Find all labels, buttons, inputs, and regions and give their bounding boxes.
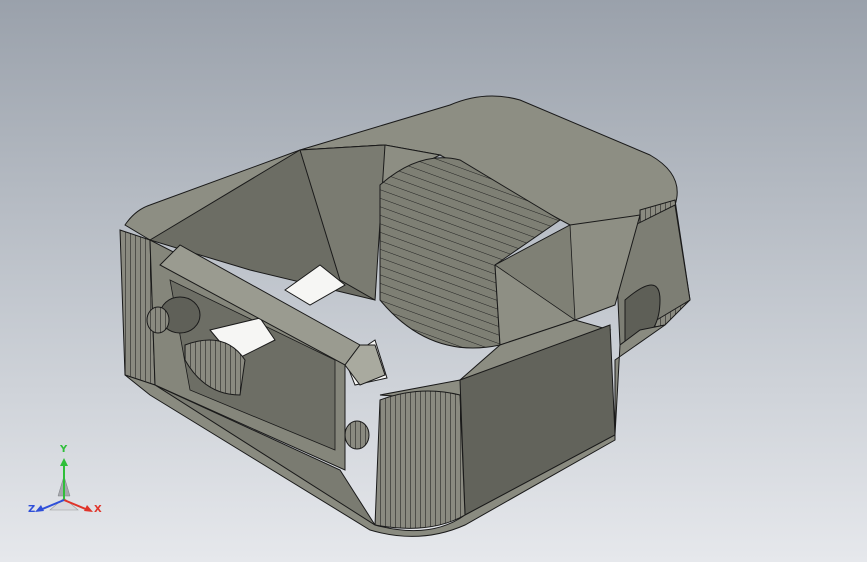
x-axis-label: X (94, 504, 102, 515)
axis-triad: Y X Z (22, 444, 112, 528)
axis-triad-graphic (35, 458, 93, 512)
y-axis-label: Y (60, 444, 68, 455)
graphics-viewport[interactable]: Y X Z (0, 0, 867, 562)
z-axis-label: Z (28, 504, 36, 515)
cad-part-model[interactable] (0, 0, 867, 562)
